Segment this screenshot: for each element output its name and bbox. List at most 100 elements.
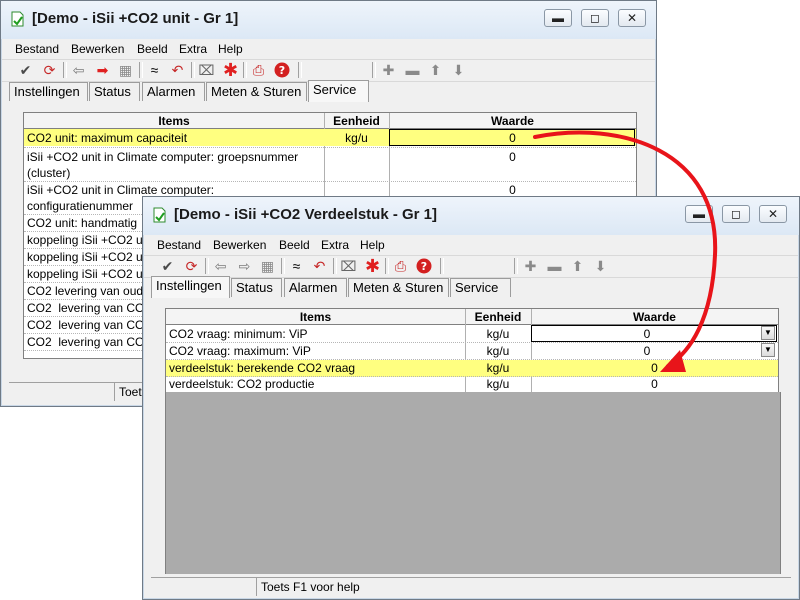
collapse-icon[interactable]: ≈ [287, 257, 306, 275]
undo-icon[interactable]: ↶ [168, 61, 187, 79]
document-app-icon [153, 207, 166, 223]
forward-icon[interactable]: ⇨ [235, 257, 254, 275]
table-row-4-unit: kg/u [486, 377, 510, 391]
table-row-1-value[interactable]: 0 [531, 326, 763, 342]
close-button[interactable]: ✕ [618, 9, 646, 27]
table-row-1-value[interactable]: 0 [389, 130, 636, 146]
tab-meten-sturen[interactable]: Meten & Sturen [206, 82, 307, 101]
up-arrow-icon[interactable]: ⬆ [568, 257, 587, 275]
maximize-button[interactable]: ◻ [722, 205, 750, 223]
print-icon[interactable]: ⎙ [249, 61, 268, 79]
close-icon: ✕ [626, 11, 638, 25]
asterisk-icon[interactable]: ✱ [221, 61, 240, 79]
check-icon[interactable]: ✔ [16, 61, 35, 79]
tab-instellingen[interactable]: Instellingen [151, 276, 230, 298]
asterisk-icon[interactable]: ✱ [363, 257, 382, 275]
toolbar-separator [139, 62, 143, 78]
table-row-2-item[interactable]: iSii +CO2 unit in Climate computer: groe… [27, 149, 321, 181]
down-arrow-icon[interactable]: ⬇ [591, 257, 610, 275]
back-icon[interactable]: ⇦ [211, 257, 230, 275]
table-row-4-item[interactable]: verdeelstuk: CO2 productie [169, 376, 463, 392]
table-row-1-item[interactable]: CO2 unit: maximum capaciteit [27, 130, 323, 146]
combo-dropdown-button[interactable]: ▼ [761, 326, 775, 340]
column-header-waarde[interactable]: Waarde [531, 309, 778, 325]
chevron-down-icon: ▼ [764, 328, 772, 337]
menu-help[interactable]: Help [215, 40, 246, 58]
table-row-2-value[interactable]: 0 [389, 149, 636, 165]
window-1-toolbar: ✔ ⟳ ⇦ ➡ ▦ ≈ ↶ ⌧ ✱ ⎙ ? ✚ ▬ ⬆ ⬇ [2, 59, 655, 82]
toolbar-separator [63, 62, 67, 78]
help-icon[interactable]: ? [272, 61, 291, 79]
close-button[interactable]: ✕ [759, 205, 787, 223]
column-header-eenheid[interactable]: Eenheid [465, 309, 531, 325]
menu-bewerken[interactable]: Bewerken [68, 40, 127, 58]
combo-dropdown-button[interactable]: ▼ [761, 343, 775, 357]
plus-icon[interactable]: ✚ [521, 257, 540, 275]
grid-icon[interactable]: ▦ [258, 257, 277, 275]
minus-icon[interactable]: ▬ [403, 61, 422, 79]
tab-service[interactable]: Service [308, 80, 369, 102]
tab-alarmen[interactable]: Alarmen [142, 82, 205, 101]
menu-bewerken[interactable]: Bewerken [210, 236, 269, 254]
table-row-3-value[interactable]: 0 [531, 360, 778, 376]
window-2-titlebar[interactable]: [Demo - iSii +CO2 Verdeelstuk - Gr 1] ▬ … [143, 197, 799, 235]
tab-meten-sturen[interactable]: Meten & Sturen [348, 278, 449, 297]
box-x-icon[interactable]: ⌧ [197, 61, 216, 79]
tab-status[interactable]: Status [89, 82, 140, 101]
toolbar-separator [440, 258, 444, 274]
window-2-title: [Demo - iSii +CO2 Verdeelstuk - Gr 1] [174, 206, 437, 223]
refresh-icon[interactable]: ⟳ [182, 257, 201, 275]
status-panel [9, 383, 115, 401]
table-row-3-item[interactable]: verdeelstuk: berekende CO2 vraag [169, 360, 463, 376]
help-icon[interactable]: ? [414, 257, 433, 275]
table-row-1-item[interactable]: CO2 vraag: minimum: ViP [169, 326, 463, 342]
box-x-icon[interactable]: ⌧ [339, 257, 358, 275]
column-header-waarde[interactable]: Waarde [389, 113, 636, 129]
tab-status[interactable]: Status [231, 278, 282, 297]
row-divider [24, 147, 636, 148]
help-circle-icon: ? [416, 258, 431, 274]
window-1-title: [Demo - iSii +CO2 unit - Gr 1] [32, 10, 239, 27]
column-header-eenheid[interactable]: Eenheid [324, 113, 389, 129]
toolbar-separator [205, 258, 209, 274]
column-header-items[interactable]: Items [166, 309, 465, 325]
collapse-icon[interactable]: ≈ [145, 61, 164, 79]
toolbar-separator [281, 258, 285, 274]
window-2-content: Items Eenheid Waarde CO2 vraag: minimum:… [151, 298, 796, 576]
refresh-icon[interactable]: ⟳ [40, 61, 59, 79]
toolbar-separator [191, 62, 195, 78]
minimize-button[interactable]: ▬ [544, 9, 572, 27]
plus-icon[interactable]: ✚ [379, 61, 398, 79]
check-icon[interactable]: ✔ [158, 257, 177, 275]
table-row-2-value[interactable]: 0 [531, 343, 763, 359]
menu-bestand[interactable]: Bestand [12, 40, 62, 58]
minimize-button[interactable]: ▬ [685, 205, 713, 223]
down-arrow-icon[interactable]: ⬇ [449, 61, 468, 79]
tab-alarmen[interactable]: Alarmen [284, 278, 347, 297]
undo-icon[interactable]: ↶ [310, 257, 329, 275]
toolbar-separator [333, 258, 337, 274]
minimize-icon: ▬ [552, 11, 564, 25]
menu-extra[interactable]: Extra [318, 236, 352, 254]
minus-icon[interactable]: ▬ [545, 257, 564, 275]
menu-bestand[interactable]: Bestand [154, 236, 204, 254]
grid-icon[interactable]: ▦ [116, 61, 135, 79]
menu-beeld[interactable]: Beeld [134, 40, 171, 58]
menu-help[interactable]: Help [357, 236, 388, 254]
forward-icon[interactable]: ➡ [93, 61, 112, 79]
maximize-button[interactable]: ◻ [581, 9, 609, 27]
window-2-table: Items Eenheid Waarde CO2 vraag: minimum:… [165, 308, 779, 394]
tab-instellingen[interactable]: Instellingen [9, 82, 88, 101]
menu-beeld[interactable]: Beeld [276, 236, 313, 254]
menu-extra[interactable]: Extra [176, 40, 210, 58]
column-header-items[interactable]: Items [24, 113, 324, 129]
back-icon[interactable]: ⇦ [69, 61, 88, 79]
tab-service[interactable]: Service [450, 278, 511, 297]
table-row-4-value[interactable]: 0 [531, 376, 778, 392]
window-1-titlebar[interactable]: [Demo - iSii +CO2 unit - Gr 1] ▬ ◻ ✕ [1, 1, 656, 39]
table-row-2-item[interactable]: CO2 vraag: maximum: ViP [169, 343, 463, 359]
svg-text:?: ? [420, 260, 426, 273]
print-icon[interactable]: ⎙ [391, 257, 410, 275]
up-arrow-icon[interactable]: ⬆ [426, 61, 445, 79]
status-panel [151, 578, 257, 596]
